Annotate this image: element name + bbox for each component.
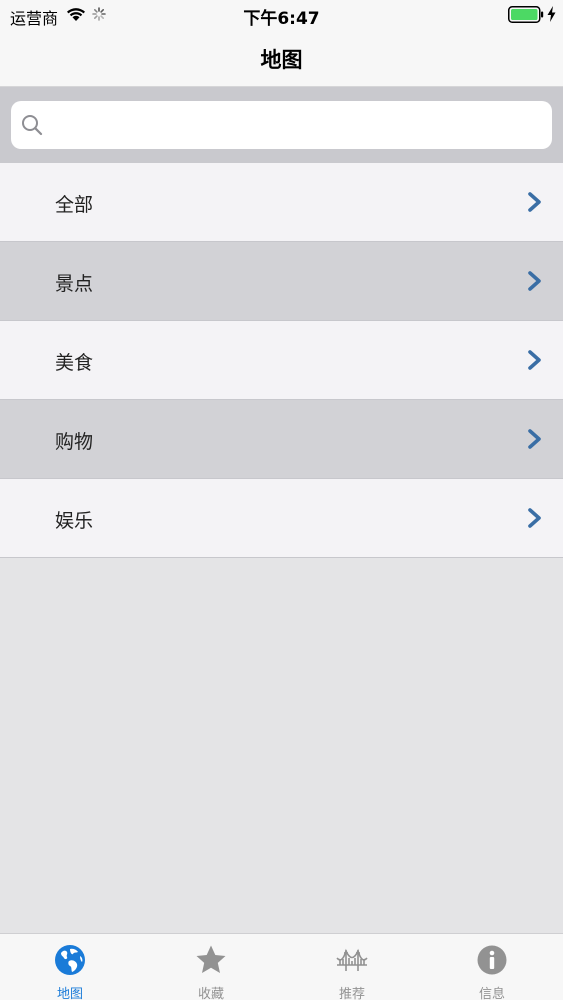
- list-item-shopping[interactable]: 购物: [0, 400, 563, 479]
- list-item-label: 全部: [55, 194, 94, 216]
- battery-icon: [508, 6, 544, 23]
- wifi-icon: [67, 8, 85, 21]
- list-item-attractions[interactable]: 景点: [0, 242, 563, 321]
- globe-icon: [55, 945, 85, 975]
- list-item-label: 景点: [55, 273, 94, 295]
- search-input[interactable]: [11, 101, 552, 149]
- list-item-label: 娱乐: [55, 510, 94, 532]
- tab-favorites[interactable]: 收藏: [141, 934, 281, 1000]
- tab-info[interactable]: 信息: [422, 934, 562, 1000]
- activity-spinner-icon: [92, 7, 106, 21]
- list-item-entertainment[interactable]: 娱乐: [0, 479, 563, 558]
- tab-recommend[interactable]: 推荐: [282, 934, 422, 1000]
- tab-label: 收藏: [197, 987, 224, 1000]
- search-bar: [0, 87, 563, 163]
- map-categories-screen: 运营商 下午6:47 地图 全部 景点 美食 购物 娱乐 地图 收藏 推荐 信息: [0, 0, 563, 1000]
- bridge-icon: [336, 948, 368, 971]
- chevron-right-icon: [528, 350, 541, 370]
- chevron-right-icon: [528, 192, 541, 212]
- chevron-right-icon: [528, 508, 541, 528]
- page-title: 地图: [260, 48, 303, 72]
- list-item-food[interactable]: 美食: [0, 321, 563, 400]
- carrier-label: 运营商: [10, 9, 59, 28]
- tab-label: 推荐: [338, 987, 365, 1000]
- list-item-label: 购物: [55, 431, 94, 453]
- star-icon: [196, 945, 226, 973]
- chevron-right-icon: [528, 271, 541, 291]
- list-item-label: 美食: [55, 352, 94, 374]
- list-item-all[interactable]: 全部: [0, 163, 563, 242]
- tab-map[interactable]: 地图: [0, 934, 140, 1000]
- chevron-right-icon: [528, 429, 541, 449]
- tab-label: 地图: [56, 987, 83, 1000]
- status-bar: 运营商 下午6:47: [0, 0, 563, 30]
- info-icon: [477, 945, 507, 975]
- navigation-bar: 地图: [0, 30, 563, 87]
- search-icon: [22, 115, 43, 136]
- charging-bolt-icon: [547, 6, 556, 22]
- category-list: 全部 景点 美食 购物 娱乐: [0, 163, 563, 558]
- tab-bar: 地图 收藏 推荐 信息: [0, 933, 563, 1000]
- tab-label: 信息: [478, 987, 505, 1000]
